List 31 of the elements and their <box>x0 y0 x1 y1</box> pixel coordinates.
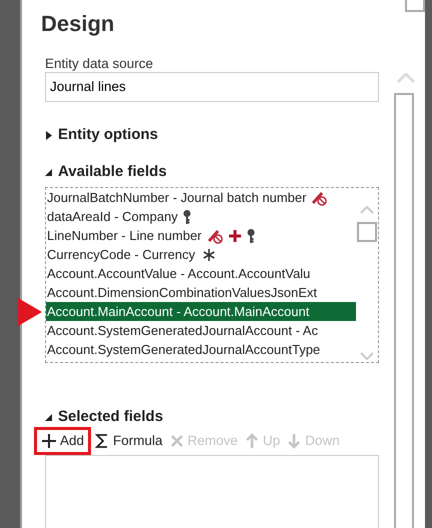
field-row[interactable]: Account.SystemGeneratedJournalAccount - Ac <box>46 321 356 340</box>
collapse-triangle-icon[interactable] <box>45 168 53 177</box>
field-row[interactable]: JournalBatchNumber - Journal batch number <box>46 188 356 207</box>
field-row[interactable]: Account.AccountValue - Account.AccountValu <box>46 264 356 283</box>
down-arrow-icon <box>286 433 302 449</box>
panel-title: Design <box>41 10 114 38</box>
field-row[interactable]: LineNumber - Line number <box>46 226 356 245</box>
add-button[interactable]: Add <box>34 427 92 455</box>
up-arrow-icon <box>244 433 260 449</box>
expand-triangle-icon[interactable] <box>45 130 53 140</box>
section-heading[interactable]: Entity options <box>58 124 158 146</box>
plus-icon <box>41 433 57 449</box>
formula-button[interactable]: Formula <box>91 427 166 455</box>
collapse-triangle-icon[interactable] <box>45 412 53 422</box>
field-row[interactable]: Account.MainAccount - Account.MainAccount <box>46 302 356 321</box>
section-heading[interactable]: Available fields <box>58 161 167 184</box>
selected-fields-list[interactable] <box>45 455 379 528</box>
field-row[interactable]: CurrencyCode - Currency <box>46 245 356 264</box>
fields-list[interactable] <box>45 187 379 363</box>
scroll-thumb[interactable] <box>357 222 377 242</box>
x-icon <box>168 433 185 449</box>
scroll-down-icon[interactable] <box>360 352 374 360</box>
section-heading[interactable]: Selected fields <box>58 406 164 428</box>
scroll-up-icon[interactable] <box>397 73 415 83</box>
field-row[interactable]: Account.SystemGeneratedJournalAccountType <box>46 340 356 359</box>
data-source-field[interactable]: Journal lines <box>45 72 379 102</box>
scroll-up-icon[interactable] <box>360 206 374 214</box>
field-row[interactable]: Account.DimensionCombinationValuesJsonExt <box>46 283 356 302</box>
field-label: Entity data source <box>45 55 154 73</box>
field-row[interactable]: dataAreaId - Company <box>46 207 356 226</box>
panel-scrollbar-thumb[interactable] <box>394 93 414 528</box>
